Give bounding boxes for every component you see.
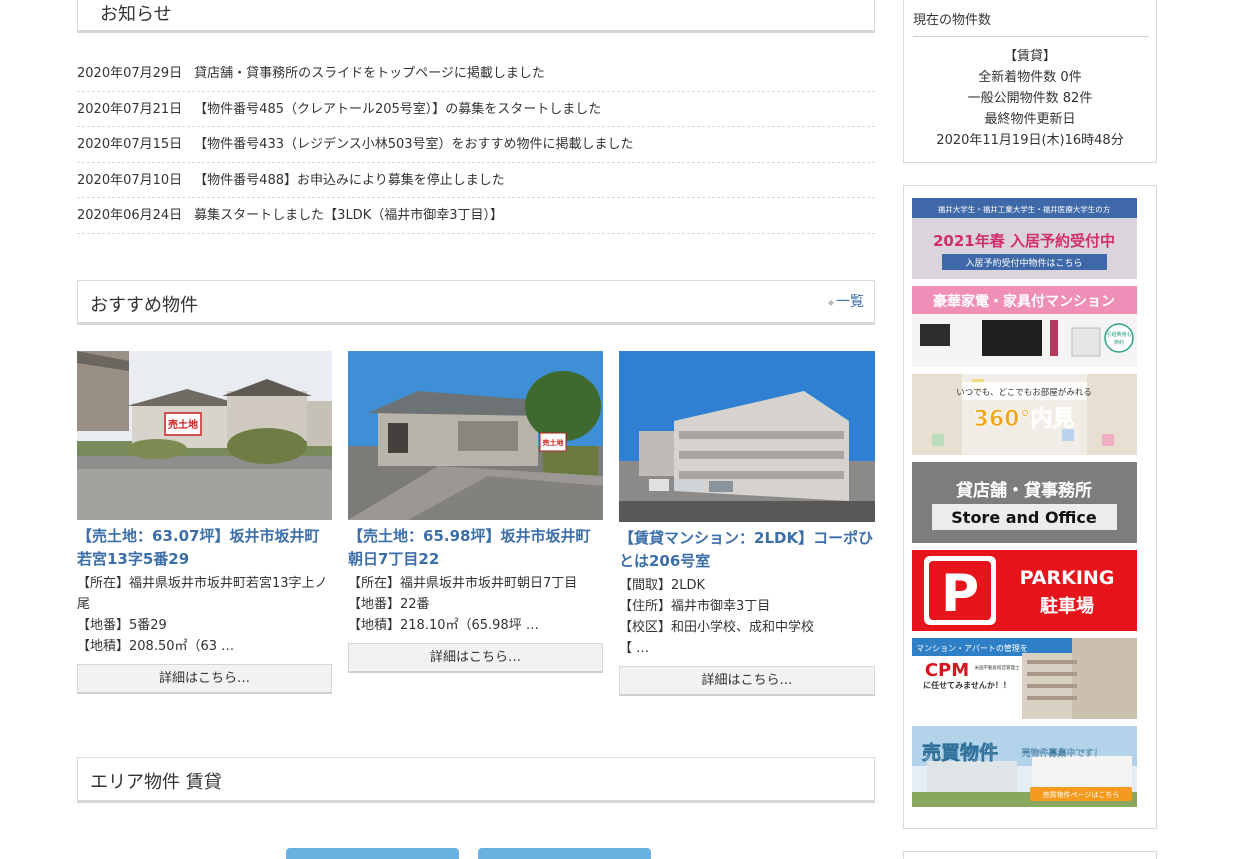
banner-parking[interactable]: P PARKING 駐車場 [912,550,1137,631]
svg-text:売土地: 売土地 [543,438,564,447]
view-all-link[interactable]: ◆ 一覧 [828,291,864,311]
news-header: お知らせ [77,0,875,33]
news-item[interactable]: 2020年07月15日 【物件番号433（レジデンス小林503号室）をおすすめ物件… [77,127,875,163]
property-photo[interactable] [619,351,875,522]
svg-text:貸店舗・貸事務所: 貸店舗・貸事務所 [955,480,1092,501]
news-item[interactable]: 2020年06月24日 募集スタートしました【3LDK（福井市御幸3丁目）】 [77,198,875,234]
svg-text:PARKING: PARKING [1020,567,1115,589]
banner-box: 福井大学生・福井工業大学生・福井医療大学生の方 2021年春 入居予約受付中 入… [903,185,1157,829]
detail-button[interactable]: 詳細はこちら… [348,643,603,673]
svg-text:P: P [941,564,979,624]
svg-text:売買物件ページはこちら: 売買物件ページはこちら [1043,790,1120,799]
svg-text:豪華家電・家具付マンション: 豪華家電・家具付マンション [933,293,1115,310]
property-title[interactable]: 【売土地：65.98坪】坂井市坂井町朝日7丁目22 [348,525,603,571]
news-list: 2020年07月29日 貸店舗・貸事務所のスライドをトップページに掲載しました 2… [77,56,875,234]
view-all-label[interactable]: 一覧 [836,294,864,310]
property-area: 【地積】218.10㎡（65.98坪 … [348,618,539,633]
news-date: 2020年07月21日 [77,101,183,117]
property-layout: 【間取】2LDK [619,578,706,593]
diamond-icon: ◆ [827,297,834,307]
area-title: エリア物件 賃貸 [90,772,222,793]
property-area: 【地積】208.50㎡（63 … [77,639,235,654]
news-date: 2020年07月10日 [77,172,183,188]
svg-text:売物件募集中です！: 売物件募集中です！ [1021,747,1102,759]
property-school: 【校区】和田小学校、成和中学校 [619,620,815,635]
detail-button[interactable]: 詳細はこちら… [619,666,875,696]
svg-text:入居予約受付中物件はこちら: 入居予約受付中物件はこちら [965,257,1082,269]
svg-text:福井大学生・福井工業大学生・福井医療大学生の方: 福井大学生・福井工業大学生・福井医療大学生の方 [938,204,1111,214]
news-date: 2020年07月15日 [77,137,183,152]
sign-text: 売土地 [168,418,198,431]
property-location: 【所在】福井県坂井市坂井町朝日7丁目 [348,576,578,591]
area-header: エリア物件 賃貸 [77,757,875,803]
banner-furnished-mansion[interactable]: 豪華家電・家具付マンション 引越費用も 節約 [912,286,1137,367]
banner-for-sale[interactable]: 売買物件 売物件募集中です！ 売買物件ページはこちら [912,726,1137,807]
news-text[interactable]: 【物件番号488】お申込みにより募集を停止しました [194,173,505,188]
property-count-box: 現在の物件数 【賃貸】 全新着物件数 0件 一般公開物件数 82件 最終物件更新… [903,0,1157,163]
svg-text:売買物件: 売買物件 [922,741,998,764]
property-address: 【住所】福井市御幸3丁目 [619,599,771,614]
svg-text:節約: 節約 [1114,339,1124,346]
recommend-header: おすすめ物件 ◆ 一覧 [77,280,875,325]
svg-text:マンション・アパートの管理を: マンション・アパートの管理を [916,643,1028,653]
count-heading: 現在の物件数 [913,9,1149,37]
area-button[interactable] [286,848,459,859]
count-new: 全新着物件数 0件 [978,70,1082,85]
news-text[interactable]: 募集スタートしました【3LDK（福井市御幸3丁目）】 [194,208,503,223]
svg-text:米国不動産経営管理士: 米国不動産経営管理士 [975,664,1020,671]
property-card: 売土地 【売土地：65.98坪】坂井市坂井町朝日7丁目22 【所在】福井県坂井市… [348,351,603,673]
banner-360-view[interactable]: いつでも、どこでもお部屋がみれる 360°内見 [912,374,1137,455]
property-photo[interactable]: 売土地 [77,351,332,520]
svg-text:いつでも、どこでもお部屋がみれる: いつでも、どこでもお部屋がみれる [956,387,1092,398]
count-public: 一般公開物件数 82件 [967,91,1093,106]
property-card: 売土地 【売土地：63.07坪】坂井市坂井町若宮13字5番29 【所在】福井県坂… [77,351,332,694]
property-title[interactable]: 【賃貸マンション：2LDK】コーポひとは206号室 [619,527,875,573]
property-info: 【間取】2LDK 【住所】福井市御幸3丁目 【校区】和田小学校、成和中学校 【 … [619,575,875,659]
detail-button[interactable]: 詳細はこちら… [77,664,332,694]
area-button[interactable] [478,848,651,859]
news-item[interactable]: 2020年07月21日 【物件番号485（クレアトール205号室）】の募集をスター… [77,92,875,127]
recommend-title: おすすめ物件 [90,295,198,316]
svg-text:360°内見: 360°内見 [974,407,1075,432]
count-updated-label: 最終物件更新日 [984,112,1076,127]
svg-text:CPM: CPM [925,660,969,681]
news-date: 2020年06月24日 [77,208,183,223]
property-title[interactable]: 【売土地：63.07坪】坂井市坂井町若宮13字5番29 [77,525,332,571]
svg-text:Store and Office: Store and Office [951,508,1097,527]
news-title: お知らせ [100,4,172,25]
news-date: 2020年07月29日 [77,66,183,81]
news-item[interactable]: 2020年07月29日 貸店舗・貸事務所のスライドをトップページに掲載しました [77,56,875,92]
count-updated-date: 2020年11月19日(木)16時48分 [936,133,1124,148]
property-lot-number: 【地番】5番29 [77,618,167,633]
news-text[interactable]: 【物件番号485（クレアトール205号室）】の募集をスタートしました [194,102,601,117]
banner-cpm-management[interactable]: マンション・アパートの管理を CPM 米国不動産経営管理士 に任せてみませんか！… [912,638,1137,719]
news-text[interactable]: 【物件番号433（レジデンス小林503号室）をおすすめ物件に掲載しました [194,137,633,152]
news-text[interactable]: 貸店舗・貸事務所のスライドをトップページに掲載しました [194,66,545,81]
count-body: 【賃貸】 全新着物件数 0件 一般公開物件数 82件 最終物件更新日 2020年… [904,46,1156,151]
svg-text:駐車場: 駐車場 [1040,595,1094,617]
count-category: 【賃貸】 [1003,49,1056,64]
property-card: 【賃貸マンション：2LDK】コーポひとは206号室 【間取】2LDK 【住所】福… [619,351,875,696]
property-lot-number: 【地番】22番 [348,597,430,612]
property-info: 【所在】福井県坂井市坂井町朝日7丁目 【地番】22番 【地積】218.10㎡（6… [348,573,603,636]
news-item[interactable]: 2020年07月10日 【物件番号488】お申込みにより募集を停止しました [77,163,875,198]
property-more: 【 … [619,641,650,656]
property-location: 【所在】福井県坂井市坂井町若宮13字上ノ尾 [77,576,328,612]
banner-box-secondary [903,851,1157,859]
property-photo[interactable]: 売土地 [348,351,603,520]
svg-text:に任せてみませんか！！: に任せてみませんか！！ [923,680,1011,690]
svg-text:2021年春 入居予約受付中: 2021年春 入居予約受付中 [933,232,1115,250]
property-info: 【所在】福井県坂井市坂井町若宮13字上ノ尾 【地番】5番29 【地積】208.5… [77,573,332,657]
banner-store-office[interactable]: 貸店舗・貸事務所 Store and Office [912,462,1137,543]
banner-student-reservation[interactable]: 福井大学生・福井工業大学生・福井医療大学生の方 2021年春 入居予約受付中 入… [912,198,1137,279]
svg-text:引越費用も: 引越費用も [1106,331,1131,338]
